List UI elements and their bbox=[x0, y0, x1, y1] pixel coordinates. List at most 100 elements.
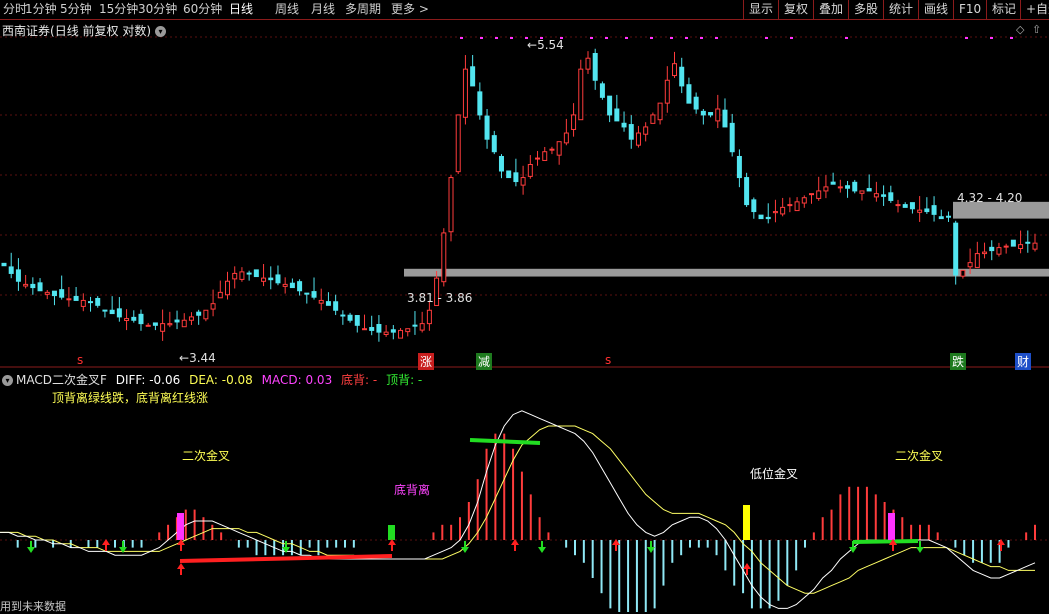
resistance-band-label: 4.32 - 4.20 bbox=[957, 191, 1023, 205]
signal-dot-9 bbox=[625, 37, 628, 39]
candle-body-46 bbox=[333, 301, 339, 311]
period-tab-4[interactable]: 30分钟 bbox=[138, 2, 177, 17]
candle-body-3 bbox=[23, 283, 29, 287]
candle-body-1 bbox=[8, 266, 14, 274]
period-tab-9[interactable]: 多周期 bbox=[345, 2, 381, 17]
annotation-low-golden-cross: 低位金叉 bbox=[750, 467, 799, 481]
signal-dot-18 bbox=[965, 37, 968, 39]
candle-body-76 bbox=[549, 148, 555, 151]
period-tab-5[interactable]: 60分钟 bbox=[183, 2, 222, 17]
signal-dot-15 bbox=[765, 37, 768, 39]
diff-value: DIFF: -0.06 bbox=[115, 373, 181, 387]
candle-body-14 bbox=[102, 309, 108, 312]
candle-body-119 bbox=[859, 190, 865, 194]
candle-body-5 bbox=[37, 282, 43, 292]
candle-body-96 bbox=[693, 96, 699, 110]
period-tab-3[interactable]: 15分钟 bbox=[99, 2, 138, 17]
candle-body-37 bbox=[268, 277, 274, 281]
toolbar-button-8[interactable]: +自选 bbox=[1020, 0, 1049, 19]
period-tab-8[interactable]: 月线 bbox=[311, 2, 335, 17]
kline-chart[interactable] bbox=[0, 0, 1049, 612]
low-price-label: ←3.44 bbox=[179, 351, 216, 365]
candle-body-55 bbox=[398, 329, 404, 339]
toolbar-button-0[interactable]: 显示 bbox=[743, 0, 778, 19]
period-toolbar: 分时 1分钟 5分钟 15分钟 30分钟 60分钟 日线 周线 月线 多周期 更多 > 显示 复权 叠加多… bbox=[0, 0, 1049, 20]
period-tab-10[interactable]: 更多 > bbox=[391, 2, 429, 17]
candle-body-79 bbox=[571, 114, 577, 130]
candle-body-48 bbox=[347, 314, 353, 321]
signal-block-yellow bbox=[743, 505, 750, 540]
candle-body-92 bbox=[664, 79, 670, 104]
period-tab-6[interactable]: 日线 bbox=[229, 2, 253, 17]
candle-body-77 bbox=[556, 141, 562, 156]
candle-body-54 bbox=[390, 329, 396, 333]
toolbar-button-4[interactable]: 统计 bbox=[883, 0, 918, 19]
candle-body-6 bbox=[44, 291, 50, 295]
candle-body-120 bbox=[866, 188, 872, 192]
candle-body-50 bbox=[361, 328, 367, 331]
red-up-arrow-2 bbox=[177, 563, 185, 575]
event-marker-4[interactable]: 跌 bbox=[950, 353, 967, 370]
toolbar-button-1[interactable]: 复权 bbox=[778, 0, 813, 19]
candle-body-84 bbox=[607, 95, 613, 116]
candle-body-31 bbox=[225, 280, 231, 296]
candle-body-45 bbox=[325, 301, 331, 306]
top-divergence-line-1 bbox=[469, 438, 541, 445]
signal-dot-16 bbox=[790, 37, 793, 39]
candle-body-93 bbox=[672, 63, 678, 77]
toolbar-button-6[interactable]: F10 bbox=[953, 0, 986, 19]
period-tab-7[interactable]: 周线 bbox=[275, 2, 299, 17]
high-price-value: 5.54 bbox=[537, 38, 564, 52]
candle-body-134 bbox=[967, 262, 973, 268]
collapse-icon[interactable]: ▾ bbox=[2, 375, 13, 386]
candle-body-58 bbox=[419, 323, 425, 331]
chevron-down-icon[interactable]: ▾ bbox=[155, 26, 167, 37]
candle-body-73 bbox=[527, 163, 533, 177]
event-marker-0[interactable]: s bbox=[77, 353, 83, 367]
candle-body-97 bbox=[700, 110, 706, 116]
candle-body-116 bbox=[837, 186, 843, 189]
indicator-name[interactable]: MACD二次金叉F bbox=[16, 373, 107, 387]
green-down-arrow-4 bbox=[538, 541, 546, 553]
green-down-arrow-3 bbox=[461, 541, 469, 553]
period-tab-1[interactable]: 1分钟 bbox=[25, 2, 57, 17]
candle-body-122 bbox=[881, 194, 887, 197]
toolbar-button-7[interactable]: 标记 bbox=[986, 0, 1021, 19]
period-tab-0[interactable]: 分时 bbox=[3, 2, 27, 17]
arrow-up-icon[interactable]: ⇧ bbox=[1032, 23, 1041, 36]
candle-body-99 bbox=[715, 108, 721, 122]
event-marker-5[interactable]: 财 bbox=[1015, 353, 1032, 370]
candle-body-133 bbox=[960, 269, 966, 277]
event-marker-2[interactable]: 减 bbox=[476, 353, 493, 370]
candle-body-61 bbox=[441, 232, 447, 283]
candle-body-12 bbox=[88, 301, 94, 304]
candle-body-26 bbox=[188, 316, 194, 321]
candle-body-78 bbox=[563, 132, 569, 144]
toolbar-button-2[interactable]: 叠加 bbox=[813, 0, 848, 19]
candle-body-71 bbox=[513, 172, 519, 183]
candle-body-36 bbox=[261, 277, 267, 282]
candle-body-128 bbox=[924, 208, 930, 213]
event-marker-3[interactable]: s bbox=[605, 353, 611, 367]
candle-body-109 bbox=[787, 204, 793, 207]
period-tab-2[interactable]: 5分钟 bbox=[60, 2, 92, 17]
candle-body-85 bbox=[614, 108, 620, 122]
candle-body-136 bbox=[982, 251, 988, 255]
event-marker-1[interactable]: 涨 bbox=[418, 353, 435, 370]
candle-body-41 bbox=[297, 281, 303, 292]
candle-body-9 bbox=[66, 298, 72, 301]
candle-body-13 bbox=[95, 297, 101, 306]
top-divergence-value: 顶背: - bbox=[386, 373, 423, 387]
candle-body-135 bbox=[974, 253, 980, 268]
candle-body-101 bbox=[729, 122, 735, 153]
candle-body-80 bbox=[578, 68, 584, 121]
toolbar-button-5[interactable]: 画线 bbox=[918, 0, 953, 19]
diamond-icon[interactable]: ◇ bbox=[1016, 23, 1024, 36]
dea-line bbox=[0, 425, 1035, 594]
toolbar-button-3[interactable]: 多股 bbox=[848, 0, 883, 19]
candle-body-141 bbox=[1018, 244, 1024, 250]
candle-body-44 bbox=[318, 299, 324, 304]
candle-body-4 bbox=[30, 283, 36, 289]
candle-body-62 bbox=[448, 177, 454, 233]
candle-body-123 bbox=[888, 192, 894, 201]
